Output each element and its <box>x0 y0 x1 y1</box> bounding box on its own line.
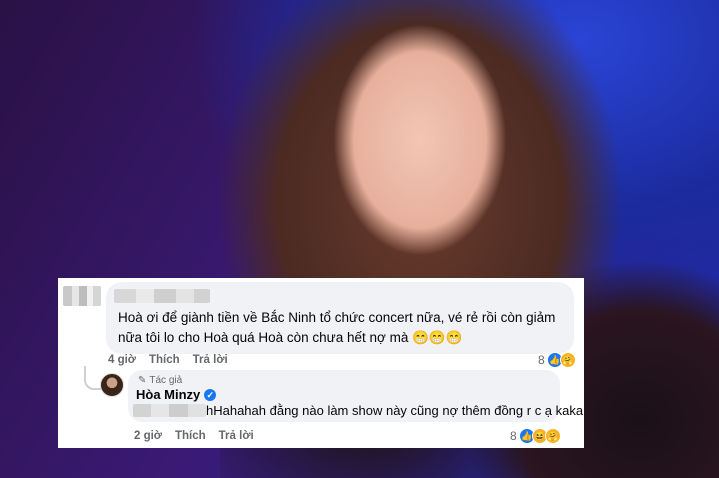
reply-actions: 2 giờ Thích Trả lời <box>134 430 254 442</box>
blurred-avatar[interactable] <box>63 286 101 306</box>
blurred-mention[interactable] <box>133 404 206 417</box>
avatar[interactable] <box>100 373 124 397</box>
like-button[interactable]: Thích <box>149 354 180 366</box>
like-button[interactable]: Thích <box>175 430 206 442</box>
reply-bubble: ✎ Tác giả Hòa Minzy ✓ hHahahah đằng nào … <box>128 370 583 422</box>
author-badge-label: Tác giả <box>149 375 183 386</box>
blurred-commenter-name[interactable] <box>114 289 210 303</box>
reply-button[interactable]: Trả lời <box>193 354 228 366</box>
reaction-count: 8 <box>538 353 545 367</box>
reaction-count: 8 <box>510 429 517 443</box>
comment-text: Hoà ơi để giành tiền về Bắc Ninh tổ chức… <box>118 310 556 345</box>
comment-thread-card: Hoà ơi để giành tiền về Bắc Ninh tổ chức… <box>58 278 584 448</box>
comment-time[interactable]: 4 giờ <box>108 354 136 366</box>
reaction-summary[interactable]: 8 👍 😆 🤗 <box>510 428 561 444</box>
reply-button[interactable]: Trả lời <box>219 430 254 442</box>
author-name-text: Hòa Minzy <box>136 387 201 402</box>
verified-badge-icon: ✓ <box>204 388 217 401</box>
reaction-summary[interactable]: 8 👍 🤗 <box>538 352 576 368</box>
care-reaction-icon: 🤗 <box>544 428 561 444</box>
comment-actions: 4 giờ Thích Trả lời <box>108 354 228 366</box>
reply-text: hHahahah đằng nào làm show này cũng nợ t… <box>206 403 584 418</box>
author-badge: ✎ Tác giả <box>138 375 182 386</box>
author-name[interactable]: Hòa Minzy ✓ <box>136 387 217 402</box>
pencil-icon: ✎ <box>138 375 147 386</box>
reply-time[interactable]: 2 giờ <box>134 430 162 442</box>
care-reaction-icon: 🤗 <box>559 352 576 368</box>
comment-bubble: Hoà ơi để giành tiền về Bắc Ninh tổ chức… <box>106 282 574 354</box>
